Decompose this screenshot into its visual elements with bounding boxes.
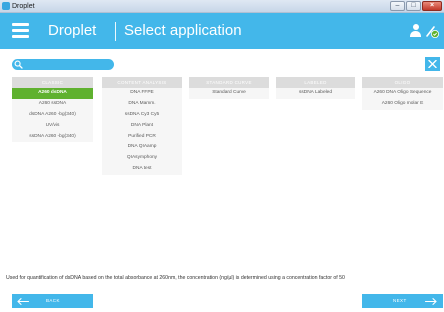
back-button[interactable]: BACK xyxy=(12,294,93,308)
application-item[interactable]: DNA FFPE xyxy=(102,88,182,99)
application-item[interactable]: dsDNA A260 -bg(340) xyxy=(12,109,93,121)
application-list: DNA FFPE DNA Mamm. ssDNA Cy3 Cy5 DNA Plant P… xyxy=(102,88,182,176)
application-item[interactable]: DNA Mamm. xyxy=(102,98,182,110)
category-classic: CLASSIC A260 dsDNA A260 ssDNA dsDNA A260 -… xyxy=(12,77,93,143)
category-content-analysis: CONTENT ANALYSIS DNA FFPE DNA Mamm. ssDNA … xyxy=(102,77,182,176)
application-item[interactable]: A260 ssDNA xyxy=(12,98,93,110)
page-title: Select application xyxy=(124,22,242,39)
minimize-icon: – xyxy=(395,2,400,9)
user-icon[interactable] xyxy=(410,24,421,37)
application-item[interactable]: ssDNA A260 -bg(340) xyxy=(12,131,93,143)
category-header: LABELED xyxy=(276,77,355,88)
category-labeled: LABELED ssDNA Labeled xyxy=(276,77,355,99)
application-list: A260 dsDNA A260 ssDNA dsDNA A260 -bg(340) U… xyxy=(12,88,93,143)
next-button[interactable]: NEXT xyxy=(362,294,443,308)
application-list: Standard Curve xyxy=(189,88,269,99)
application-description: Used for quantification of dsDNA based o… xyxy=(6,275,345,281)
application-item[interactable]: UV/vis xyxy=(12,120,93,132)
close-icon xyxy=(428,60,437,68)
header-divider xyxy=(115,22,116,41)
category-oligo: OLIGO A260 DNA Oligo Sequence A260 Oligo … xyxy=(362,77,443,110)
back-label: BACK xyxy=(46,298,60,303)
category-header: CLASSIC xyxy=(12,77,93,88)
category-standard-curve: STANDARD CURVE Standard Curve xyxy=(189,77,269,99)
search-icon xyxy=(14,60,23,69)
connection-status-icon[interactable] xyxy=(426,25,439,38)
category-header: STANDARD CURVE xyxy=(189,77,269,88)
application-item[interactable]: ssDNA Cy3 Cy5 xyxy=(102,109,182,121)
app-name: Droplet xyxy=(48,22,97,39)
application-item[interactable]: ssDNA Labeled xyxy=(276,88,355,99)
application-item[interactable]: Standard Curve xyxy=(189,88,269,99)
category-header: OLIGO xyxy=(362,77,443,88)
minimize-button[interactable]: – xyxy=(390,1,405,11)
search-input[interactable] xyxy=(12,59,114,70)
clear-search-button[interactable] xyxy=(425,57,440,71)
application-item[interactable]: DNA test xyxy=(102,164,182,176)
close-icon: × xyxy=(429,2,435,9)
application-item[interactable]: DNA Plant xyxy=(102,120,182,132)
application-item[interactable]: A260 Oligo molar E xyxy=(362,98,443,110)
maximize-button[interactable]: □ xyxy=(406,1,421,11)
application-item[interactable]: A260 DNA Oligo Sequence xyxy=(362,88,443,99)
application-list: ssDNA Labeled xyxy=(276,88,355,99)
maximize-icon: □ xyxy=(411,2,416,9)
next-label: NEXT xyxy=(393,298,407,303)
arrow-left-icon xyxy=(17,298,29,305)
category-header: CONTENT ANALYSIS xyxy=(102,77,182,88)
app-icon xyxy=(2,2,10,10)
application-item[interactable]: A260 dsDNA xyxy=(12,88,93,99)
application-item[interactable]: QIAsymphony xyxy=(102,153,182,165)
app-header: Droplet Select application xyxy=(0,13,444,49)
window-close-button[interactable]: × xyxy=(422,1,442,11)
arrow-right-icon xyxy=(425,298,437,305)
window-titlebar: Droplet – □ × xyxy=(0,0,444,13)
application-item[interactable]: Purified PCR xyxy=(102,131,182,143)
window-title: Droplet xyxy=(12,3,35,10)
application-item[interactable]: DNA QIAamp xyxy=(102,142,182,154)
application-list: A260 DNA Oligo Sequence A260 Oligo molar … xyxy=(362,88,443,110)
hamburger-icon[interactable] xyxy=(12,23,29,38)
